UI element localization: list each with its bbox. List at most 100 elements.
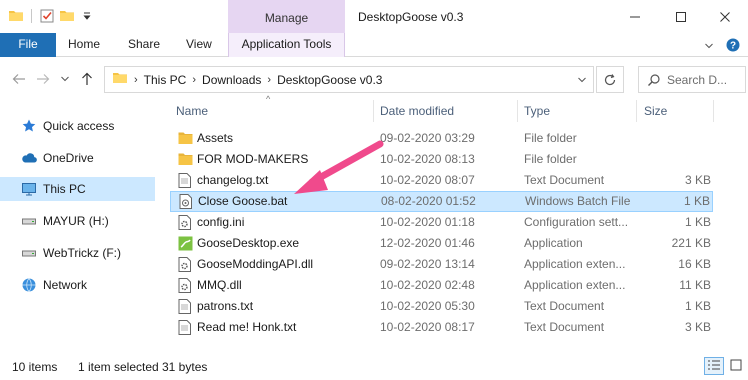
folder-icon <box>112 70 128 89</box>
chevron-right-icon[interactable]: › <box>134 74 138 86</box>
file-date: 10-02-2020 08:07 <box>380 173 475 187</box>
file-name: config.ini <box>197 215 245 229</box>
quick-access-toolbar <box>8 8 95 24</box>
cloud-icon <box>21 150 37 166</box>
nav-item-label: OneDrive <box>43 151 94 165</box>
dll-icon <box>178 278 192 293</box>
column-header-date[interactable]: Date modified <box>380 100 516 122</box>
refresh-button[interactable] <box>596 66 624 93</box>
computer-icon <box>21 181 37 197</box>
file-type: Application exten... <box>524 257 626 271</box>
folder-icon <box>178 131 193 146</box>
star-icon <box>21 118 37 134</box>
breadcrumb-this-pc[interactable]: This PC <box>144 73 187 87</box>
back-button[interactable] <box>10 70 28 88</box>
file-row[interactable]: MMQ.dll 10-02-2020 02:48 Application ext… <box>170 275 713 296</box>
file-row-selected[interactable]: Close Goose.bat 08-02-2020 01:52 Windows… <box>170 191 713 212</box>
file-size: 11 KB <box>679 278 711 292</box>
tab-home[interactable]: Home <box>68 33 100 57</box>
recent-locations-button[interactable] <box>56 70 74 88</box>
file-size: 3 KB <box>684 173 711 187</box>
file-row[interactable]: GooseModdingAPI.dll 09-02-2020 13:14 App… <box>170 254 713 275</box>
file-row[interactable]: GooseDesktop.exe 12-02-2020 01:46 Applic… <box>170 233 713 254</box>
file-date: 08-02-2020 01:52 <box>381 194 476 208</box>
help-icon[interactable]: ? <box>726 38 740 55</box>
forward-button[interactable] <box>34 70 52 88</box>
file-date: 10-02-2020 01:18 <box>380 215 475 229</box>
file-type: Text Document <box>524 299 605 313</box>
file-name: MMQ.dll <box>197 278 242 292</box>
address-dropdown-button[interactable] <box>571 67 593 92</box>
file-row[interactable]: config.ini 10-02-2020 01:18 Configuratio… <box>170 212 713 233</box>
folder-icon[interactable] <box>8 8 24 24</box>
column-header-size[interactable]: Size <box>644 100 704 122</box>
new-folder-icon[interactable] <box>59 8 75 24</box>
file-type: Text Document <box>524 173 605 187</box>
properties-icon[interactable] <box>39 8 55 24</box>
manage-tab[interactable]: Manage <box>228 0 345 33</box>
file-name: FOR MOD-MAKERS <box>197 152 309 166</box>
address-row: › This PC › Downloads › DesktopGoose v0.… <box>0 58 748 98</box>
column-divider[interactable] <box>636 100 637 122</box>
file-row[interactable]: FOR MOD-MAKERS 10-02-2020 08:13 File fol… <box>170 149 713 170</box>
column-divider[interactable] <box>713 100 714 122</box>
chevron-right-icon[interactable]: › <box>192 74 196 86</box>
drive-icon <box>21 213 37 229</box>
breadcrumb-downloads[interactable]: Downloads <box>202 73 261 87</box>
file-size: 1 KB <box>684 215 711 229</box>
tab-view[interactable]: View <box>186 33 212 57</box>
file-name: Read me! Honk.txt <box>197 320 297 334</box>
search-box[interactable]: Search D... <box>638 66 746 93</box>
file-row[interactable]: patrons.txt 10-02-2020 05:30 Text Docume… <box>170 296 713 317</box>
nav-item-this-pc[interactable]: This PC <box>0 177 155 201</box>
tab-share[interactable]: Share <box>128 33 160 57</box>
file-type: Application <box>524 236 583 250</box>
breadcrumb-desktopgoose[interactable]: DesktopGoose v0.3 <box>277 73 382 87</box>
navigation-pane: Quick access OneDrive This PC MAYUR (H:)… <box>0 100 158 352</box>
nav-item-onedrive[interactable]: OneDrive <box>0 146 155 170</box>
column-header-name[interactable]: Name <box>176 100 372 122</box>
customize-toolbar-icon[interactable] <box>79 8 95 24</box>
nav-item-label: This PC <box>43 182 86 196</box>
file-list: ^ Name Date modified Type Size Assets 09… <box>170 94 748 352</box>
file-type: Windows Batch File <box>525 194 631 208</box>
nav-item-label: Quick access <box>43 119 115 133</box>
file-name: GooseModdingAPI.dll <box>197 257 314 271</box>
batch-file-icon <box>179 194 193 209</box>
search-placeholder: Search D... <box>667 72 728 87</box>
expand-ribbon-icon[interactable] <box>704 40 714 54</box>
tab-application-tools[interactable]: Application Tools <box>228 33 345 57</box>
column-divider[interactable] <box>373 100 374 122</box>
details-view-button[interactable] <box>704 357 724 375</box>
address-bar[interactable]: › This PC › Downloads › DesktopGoose v0.… <box>104 66 594 93</box>
large-icons-view-icon <box>730 359 742 374</box>
file-row[interactable]: changelog.txt 10-02-2020 08:07 Text Docu… <box>170 170 713 191</box>
file-name: GooseDesktop.exe <box>197 236 300 250</box>
column-divider[interactable] <box>517 100 518 122</box>
nav-item-webtrickz-drive[interactable]: WebTrickz (F:) <box>0 241 155 265</box>
large-icons-view-button[interactable] <box>726 357 746 375</box>
up-button[interactable] <box>78 70 96 88</box>
app-icon <box>178 236 193 251</box>
tab-file[interactable]: File <box>0 33 56 57</box>
network-icon <box>21 277 37 293</box>
file-row[interactable]: Read me! Honk.txt 10-02-2020 08:17 Text … <box>170 317 713 338</box>
drive-icon <box>21 245 37 261</box>
file-row[interactable]: Assets 09-02-2020 03:29 File folder <box>170 128 713 149</box>
file-name: Assets <box>197 131 234 145</box>
close-button[interactable] <box>702 0 748 33</box>
search-icon <box>647 73 661 87</box>
minimize-button[interactable] <box>612 0 658 33</box>
chevron-right-icon[interactable]: › <box>267 74 271 86</box>
maximize-button[interactable] <box>658 0 704 33</box>
column-header-type[interactable]: Type <box>524 100 634 122</box>
svg-text:?: ? <box>730 41 736 52</box>
nav-item-quick-access[interactable]: Quick access <box>0 114 155 138</box>
nav-item-network[interactable]: Network <box>0 273 155 297</box>
file-date: 10-02-2020 05:30 <box>380 299 475 313</box>
ribbon: File Home Share View Application Tools ? <box>0 33 748 57</box>
file-size: 221 KB <box>671 236 711 250</box>
toolbar-divider <box>31 9 32 23</box>
nav-item-mayur-drive[interactable]: MAYUR (H:) <box>0 209 155 233</box>
file-date: 12-02-2020 01:46 <box>380 236 475 250</box>
